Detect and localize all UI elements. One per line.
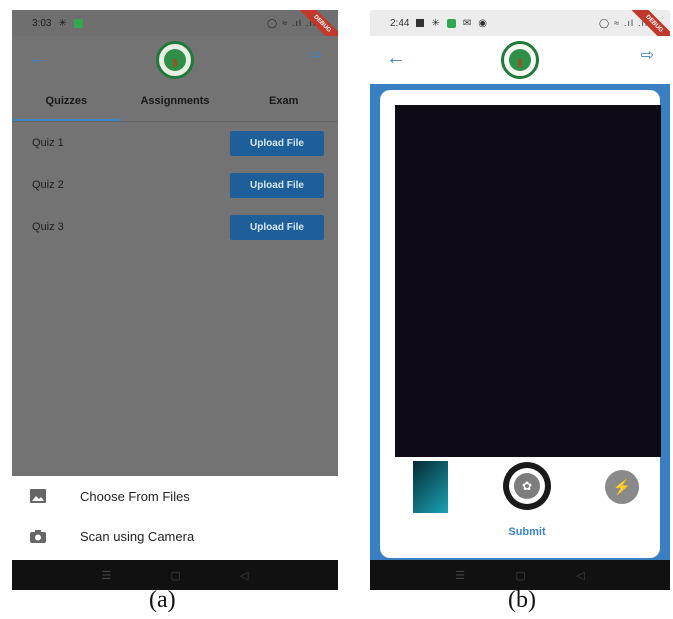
quiz-name: Quiz 2 bbox=[32, 179, 64, 191]
back-triangle-icon[interactable]: ◁ bbox=[576, 569, 584, 582]
camera-icon bbox=[28, 528, 48, 544]
quiz-name: Quiz 1 bbox=[32, 137, 64, 149]
option-label: Scan using Camera bbox=[80, 528, 195, 544]
back-arrow-icon[interactable]: ← bbox=[386, 48, 406, 68]
wifi-icon: ≈ bbox=[614, 18, 621, 28]
notification-icon bbox=[446, 18, 456, 28]
system-nav-bar: ☰ ▢ ◁ bbox=[370, 560, 670, 590]
scan-using-camera-option[interactable]: Scan using Camera bbox=[12, 516, 338, 556]
logout-icon[interactable]: ⇨ bbox=[309, 48, 322, 64]
camera-card: ✿ ⚡ Submit bbox=[380, 90, 661, 558]
home-icon[interactable]: ▢ bbox=[515, 569, 525, 582]
quiz-list: Quiz 1 Upload File Quiz 2 Upload File Qu… bbox=[12, 122, 338, 248]
status-time: 3:03 bbox=[32, 17, 52, 29]
tab-quizzes[interactable]: Quizzes bbox=[12, 84, 121, 121]
signal-icon: .ıl bbox=[292, 18, 303, 28]
upload-file-button[interactable]: Upload File bbox=[230, 130, 324, 156]
list-item: Quiz 3 Upload File bbox=[12, 206, 338, 248]
list-item: Quiz 2 Upload File bbox=[12, 164, 338, 206]
tab-bar: Quizzes Assignments Exam bbox=[12, 84, 338, 122]
mail-icon: ✉ bbox=[462, 17, 472, 29]
tab-exam[interactable]: Exam bbox=[229, 84, 338, 121]
vibrate-icon: ◯ bbox=[266, 17, 279, 28]
quiz-name: Quiz 3 bbox=[32, 221, 64, 233]
app-bar: ← ⇨ bbox=[12, 36, 338, 84]
tab-assignments[interactable]: Assignments bbox=[121, 84, 230, 121]
notification-icon bbox=[73, 18, 83, 28]
option-label: Choose From Files bbox=[80, 488, 190, 504]
figure-caption-a: (a) bbox=[149, 587, 176, 613]
last-capture-thumbnail[interactable] bbox=[413, 461, 448, 513]
recents-icon[interactable]: ☰ bbox=[455, 569, 465, 582]
phone-screen-b: 2:44 ✳ ✉ ◉ ◯ ≈ .ıl .ıl ▮ DEBUG ← ⇨ ✿ ⚡ S… bbox=[370, 10, 670, 590]
choose-from-files-option[interactable]: Choose From Files bbox=[12, 476, 338, 516]
back-triangle-icon[interactable]: ◁ bbox=[240, 569, 248, 582]
circle-icon: ◉ bbox=[478, 17, 487, 29]
bottom-sheet: Choose From Files Scan using Camera bbox=[12, 476, 338, 560]
system-nav-bar: ☰ ▢ ◁ bbox=[12, 560, 338, 590]
list-item: Quiz 1 Upload File bbox=[12, 122, 338, 164]
submit-button[interactable]: Submit bbox=[491, 522, 563, 542]
walking-icon: ✳ bbox=[58, 17, 67, 29]
status-bar: 2:44 ✳ ✉ ◉ ◯ ≈ .ıl .ıl ▮ DEBUG bbox=[370, 10, 670, 57]
image-icon bbox=[28, 488, 48, 504]
vibrate-icon: ◯ bbox=[598, 17, 611, 28]
app-bar: ← ⇨ bbox=[370, 36, 670, 84]
aperture-icon: ✿ bbox=[514, 473, 540, 499]
home-icon[interactable]: ▢ bbox=[170, 569, 180, 582]
walking-icon: ✳ bbox=[431, 17, 440, 29]
camera-preview bbox=[395, 105, 661, 457]
phone-screen-a: 3:03 ✳ ◯ ≈ .ıl .ıl ▮ DEBUG ← ⇨ Quizzes A… bbox=[12, 10, 338, 590]
signal-icon: .ıl bbox=[624, 18, 635, 28]
app-notification-icon bbox=[416, 19, 425, 27]
university-logo bbox=[501, 41, 539, 79]
recents-icon[interactable]: ☰ bbox=[102, 569, 112, 582]
wifi-icon: ≈ bbox=[282, 18, 289, 28]
figure-caption-b: (b) bbox=[508, 587, 536, 613]
logout-icon[interactable]: ⇨ bbox=[641, 48, 654, 64]
status-time: 2:44 bbox=[390, 17, 410, 29]
flash-icon[interactable]: ⚡ bbox=[605, 470, 639, 504]
upload-file-button[interactable]: Upload File bbox=[230, 214, 324, 240]
upload-file-button[interactable]: Upload File bbox=[230, 172, 324, 198]
shutter-button[interactable]: ✿ bbox=[503, 462, 551, 510]
university-logo bbox=[156, 41, 194, 79]
back-arrow-icon[interactable]: ← bbox=[28, 48, 48, 68]
status-bar: 3:03 ✳ ◯ ≈ .ıl .ıl ▮ DEBUG bbox=[12, 10, 338, 57]
